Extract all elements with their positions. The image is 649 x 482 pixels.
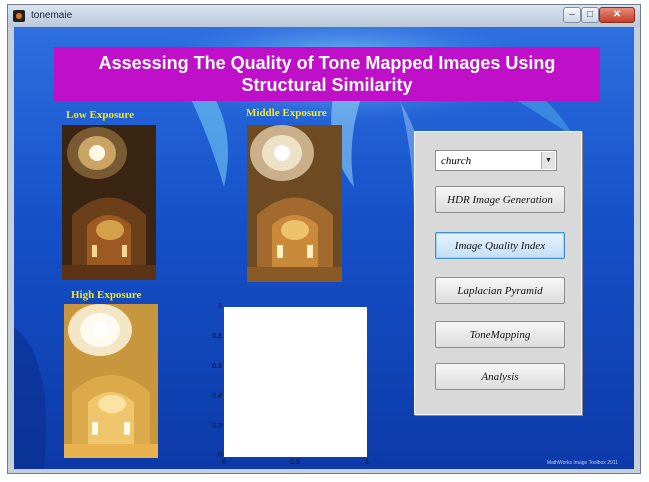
laplacian-pyramid-button[interactable]: Laplacian Pyramid <box>435 277 565 304</box>
app-window: tonemaie – □ ✕ Assessing The Quality of … <box>7 4 641 474</box>
y-tick-label: 0.2 <box>212 423 222 430</box>
x-tick-label: 0 <box>222 459 226 466</box>
selected-image-value: church <box>441 155 472 167</box>
middle-exposure-label: Middle Exposure <box>246 107 327 119</box>
maximize-icon: □ <box>586 9 594 20</box>
window-title: tonemaie <box>31 10 73 21</box>
maximize-button[interactable]: □ <box>581 7 599 23</box>
close-button[interactable]: ✕ <box>599 7 635 23</box>
y-tick-label: 0 <box>218 452 222 459</box>
y-tick-label: 0.6 <box>212 363 222 370</box>
minimize-button[interactable]: – <box>563 7 581 23</box>
high-exposure-label: High Exposure <box>71 289 142 301</box>
middle-exposure-image <box>247 125 342 282</box>
matlab-app-icon <box>13 10 25 22</box>
hdr-image-generation-button[interactable]: HDR Image Generation <box>435 186 565 213</box>
low-exposure-label: Low Exposure <box>66 109 134 121</box>
title-bar[interactable]: tonemaie – □ ✕ <box>8 5 640 27</box>
analysis-button[interactable]: Analysis <box>435 363 565 390</box>
control-panel: church ▼ HDR Image Generation Image Qual… <box>414 131 582 415</box>
y-tick-label: 0.4 <box>212 393 222 400</box>
quality-plot-axes <box>224 307 367 457</box>
x-tick-label: 1 <box>365 459 369 466</box>
footer-caption: MathWorks Image Toolbox 2011 <box>546 460 618 466</box>
page-title: Assessing The Quality of Tone Mapped Ima… <box>54 47 600 101</box>
low-exposure-image <box>62 125 156 280</box>
image-select-dropdown[interactable]: church ▼ <box>435 150 557 171</box>
dropdown-arrow-icon[interactable]: ▼ <box>541 152 555 169</box>
x-tick-label: 0.5 <box>290 459 300 466</box>
y-tick-label: 0.8 <box>212 333 222 340</box>
minimize-icon: – <box>569 9 575 20</box>
figure-canvas: Assessing The Quality of Tone Mapped Ima… <box>14 27 634 469</box>
y-tick-label: 1 <box>218 303 222 310</box>
tonemapping-button[interactable]: ToneMapping <box>435 321 565 348</box>
image-quality-index-button[interactable]: Image Quality Index <box>435 232 565 259</box>
high-exposure-image <box>64 304 158 458</box>
close-icon: ✕ <box>612 9 622 20</box>
